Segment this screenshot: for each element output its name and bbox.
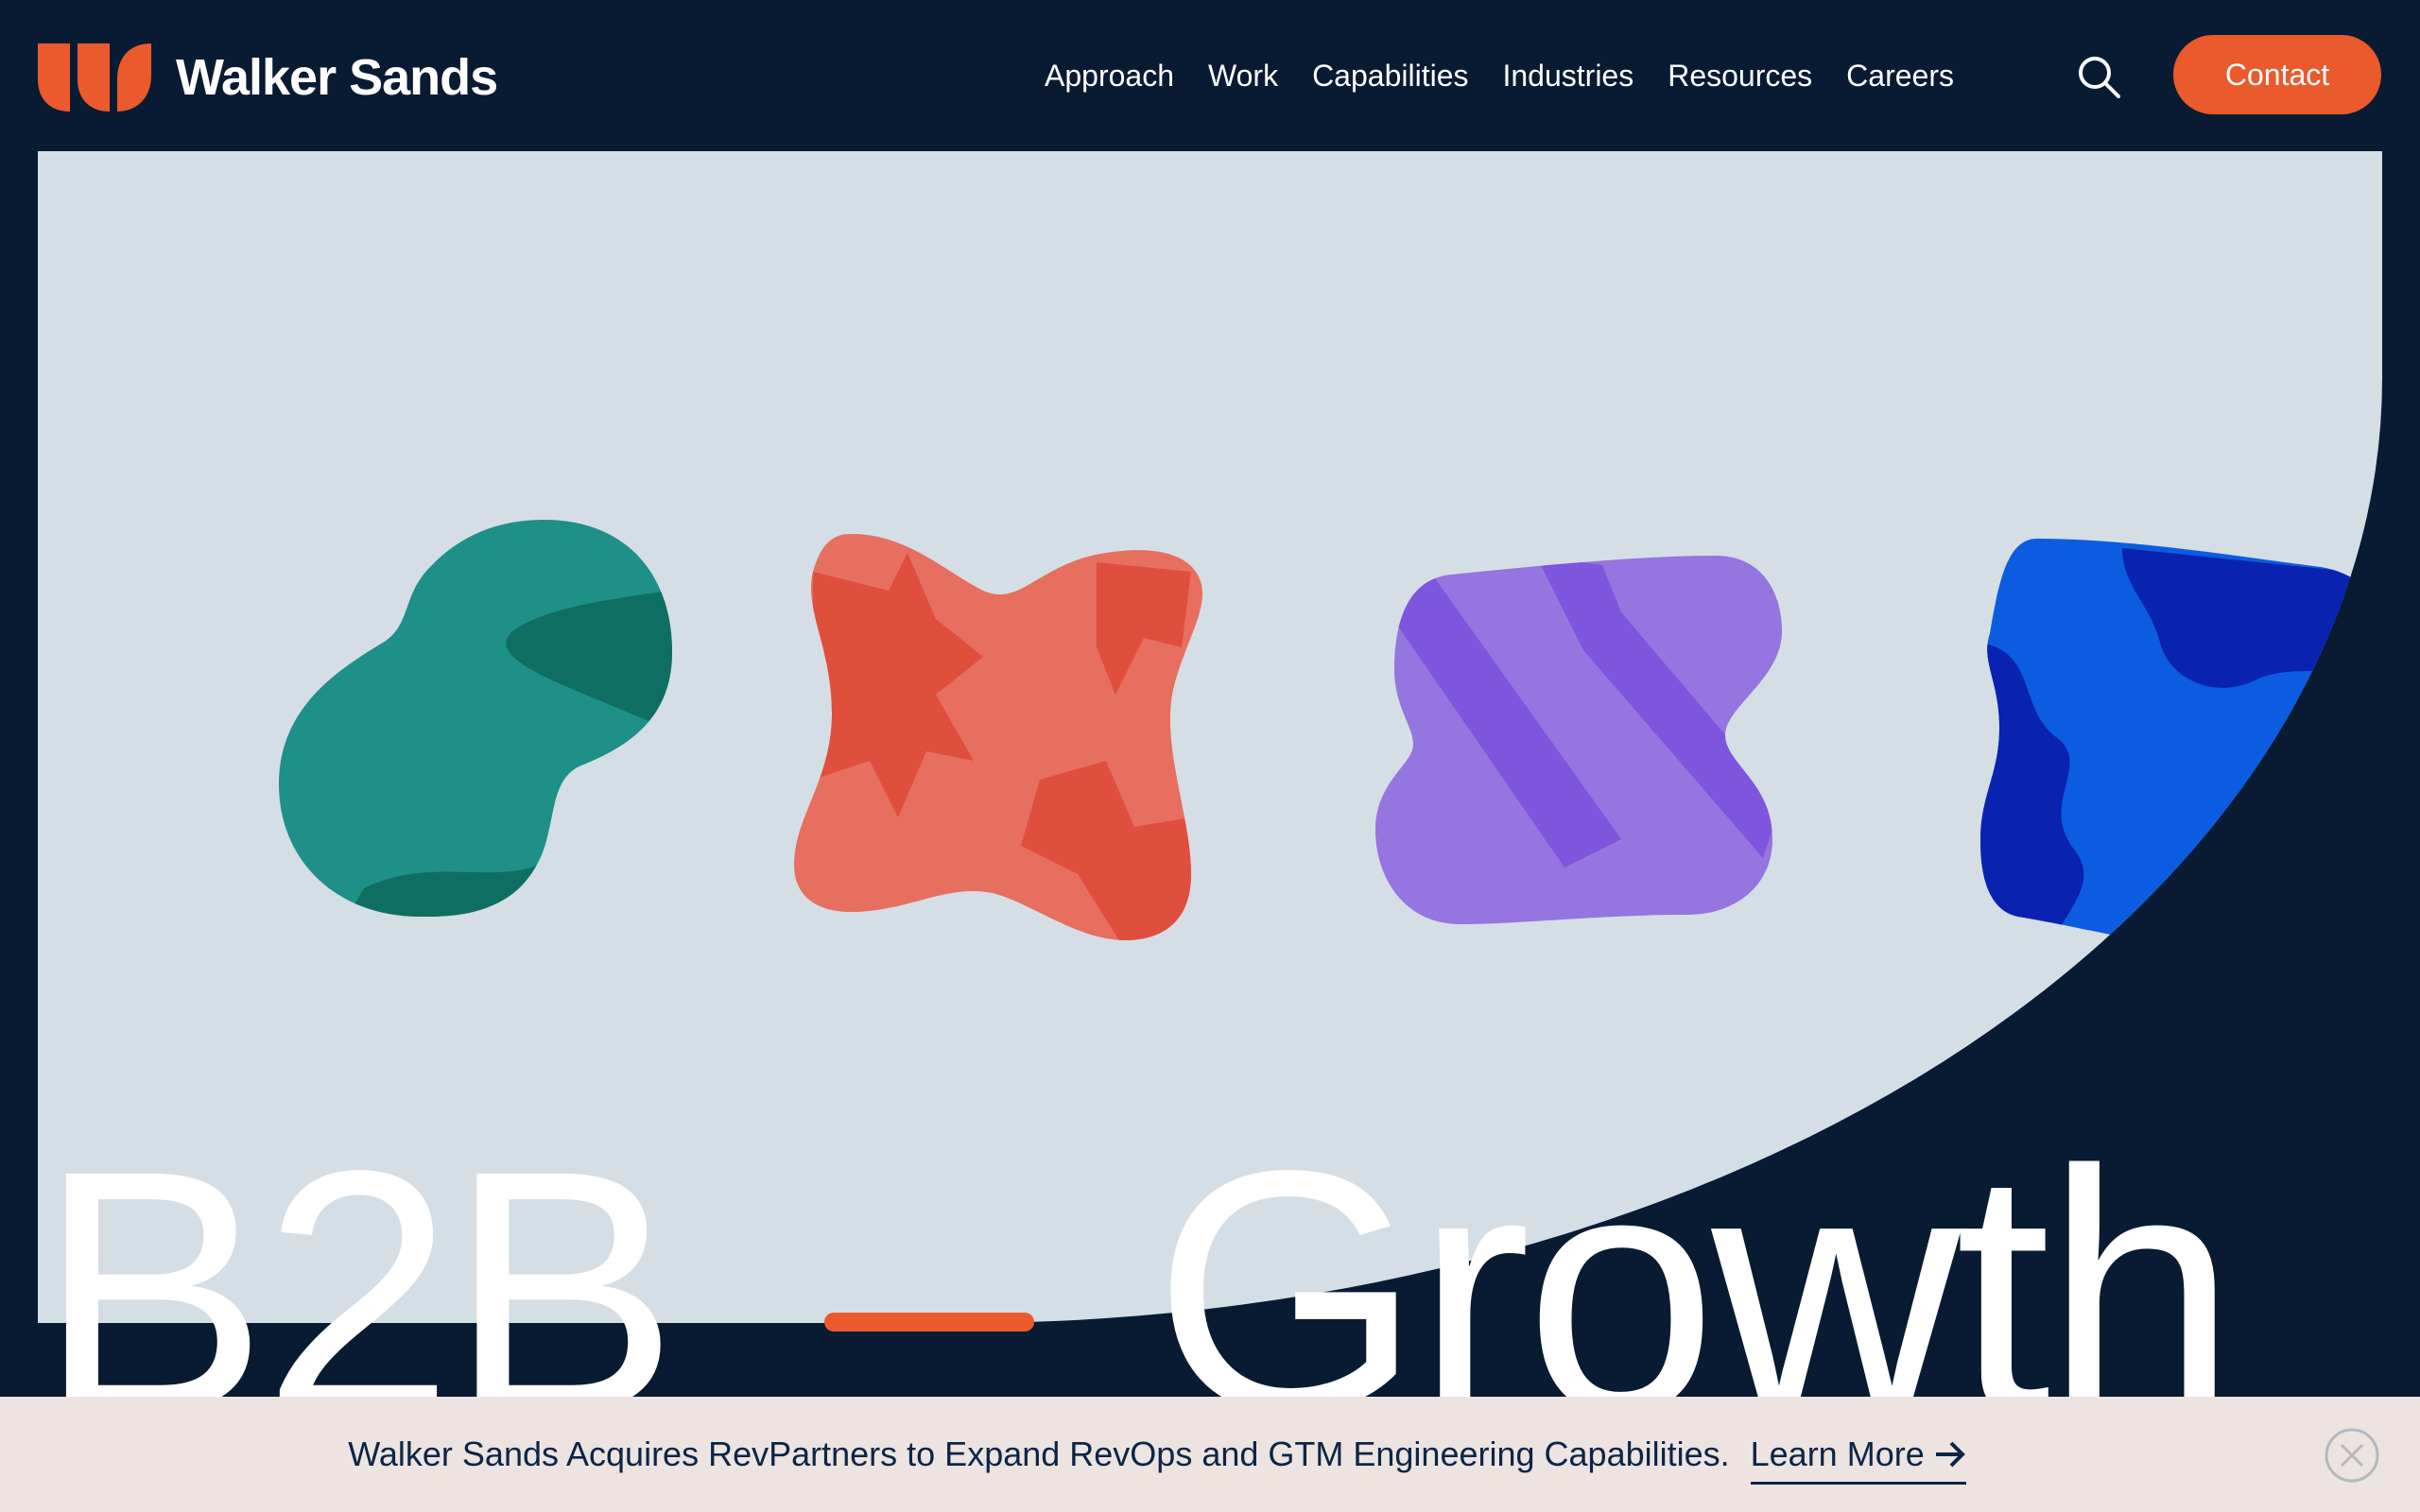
blue-blob-shape	[1980, 539, 2382, 964]
nav-item-capabilities[interactable]: Capabilities	[1312, 49, 1468, 102]
nav-item-approach[interactable]: Approach	[1045, 49, 1174, 102]
nav-item-work[interactable]: Work	[1208, 49, 1278, 102]
close-icon[interactable]	[2324, 1427, 2380, 1484]
walker-sands-logo-mark-icon	[38, 43, 151, 112]
coral-blob-shape	[794, 534, 1203, 940]
main-nav: Approach Work Capabilities Industries Re…	[1045, 49, 1954, 102]
purple-blob-shape	[1375, 556, 1782, 924]
nav-item-resources[interactable]: Resources	[1668, 49, 1812, 102]
site-header: Walker Sands Approach Work Capabilities …	[0, 0, 2420, 151]
search-icon[interactable]	[2076, 54, 2123, 101]
nav-item-industries[interactable]: Industries	[1502, 49, 1634, 102]
announcement-text: Walker Sands Acquires RevPartners to Exp…	[348, 1435, 1730, 1473]
contact-button[interactable]: Contact	[2173, 35, 2381, 114]
nav-item-careers[interactable]: Careers	[1846, 49, 1954, 102]
brand-name: Walker Sands	[176, 49, 498, 106]
announcement-bar: Walker Sands Acquires RevPartners to Exp…	[0, 1397, 2420, 1512]
brand-logo[interactable]: Walker Sands	[38, 43, 498, 112]
learn-more-link[interactable]: Learn More	[1750, 1434, 1966, 1485]
headline-dash	[824, 1313, 1034, 1332]
arrow-right-icon	[1935, 1441, 1965, 1467]
green-blob-shape	[279, 520, 672, 917]
learn-more-label: Learn More	[1750, 1434, 1925, 1473]
